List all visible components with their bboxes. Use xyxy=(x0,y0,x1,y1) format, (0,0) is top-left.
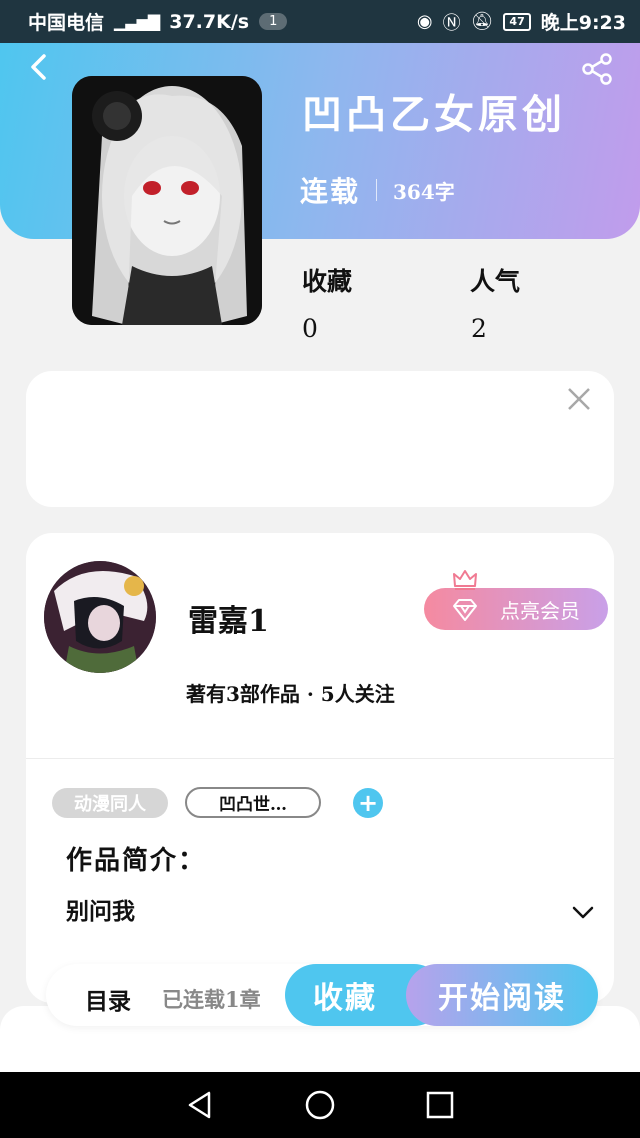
author-name[interactable]: 雷嘉1 xyxy=(188,596,269,640)
serial-status: 连载 xyxy=(300,175,361,208)
nfc-icon: Ⓝ xyxy=(442,12,461,34)
nav-back-icon[interactable] xyxy=(183,1088,217,1122)
close-icon[interactable] xyxy=(566,386,592,412)
eye-icon: ◉ xyxy=(416,11,433,32)
carrier-label: 中国电信 xyxy=(28,12,105,34)
ad-card xyxy=(26,371,614,507)
word-count: 364字 xyxy=(393,179,455,204)
intro-title: 作品简介： xyxy=(66,846,207,876)
nav-home-icon[interactable] xyxy=(303,1088,337,1122)
popularity-value: 2 xyxy=(471,314,487,343)
notification-badge: 1 xyxy=(259,13,288,30)
mute-icon: 🔕︎ xyxy=(470,11,494,32)
favorite-label: 收藏 xyxy=(313,981,377,1016)
add-tag-button[interactable]: + xyxy=(353,788,383,818)
divider xyxy=(376,179,378,201)
battery-icon: 47 xyxy=(503,12,531,31)
cover-illustration xyxy=(72,76,262,325)
divider xyxy=(26,758,614,759)
network-speed: 37.7K/s xyxy=(169,10,250,33)
intro-text: 别问我 xyxy=(66,898,135,925)
start-reading-label: 开始阅读 xyxy=(438,981,566,1016)
start-reading-button[interactable]: 开始阅读 xyxy=(406,964,598,1026)
nav-recents-icon[interactable] xyxy=(423,1088,457,1122)
avatar[interactable] xyxy=(44,561,156,673)
author-meta: 著有3部作品 · 5人关注 xyxy=(186,682,395,706)
favorites-value: 0 xyxy=(302,314,318,343)
tag-fandom[interactable]: 凹凸世… xyxy=(185,787,321,818)
crown-icon xyxy=(453,570,477,590)
diamond-icon xyxy=(453,599,477,621)
favorites-label: 收藏 xyxy=(302,267,353,296)
cover-image[interactable] xyxy=(72,76,262,325)
share-icon[interactable] xyxy=(580,52,614,86)
clock: 晚上9:23 xyxy=(540,12,626,34)
signal-icon: ▁▃▅▇ xyxy=(114,12,160,31)
avatar-illustration xyxy=(44,561,156,673)
back-icon[interactable] xyxy=(24,52,54,82)
vip-label: 点亮会员 xyxy=(500,598,580,623)
system-navbar xyxy=(0,1072,640,1138)
toc-progress[interactable]: 已连载1章 xyxy=(162,984,261,1014)
work-status-row: 连载 364字 xyxy=(300,170,455,210)
status-bar: 中国电信 ▁▃▅▇ 37.7K/s 1 ◉ Ⓝ 🔕︎ 47 晚上9:23 xyxy=(0,0,640,43)
chevron-down-icon[interactable] xyxy=(570,902,596,924)
popularity-label: 人气 xyxy=(470,267,521,296)
toc-button[interactable]: 目录 xyxy=(85,982,131,1016)
work-title: 凹凸乙女原创 xyxy=(302,91,566,138)
tag-category[interactable]: 动漫同人 xyxy=(52,788,168,818)
